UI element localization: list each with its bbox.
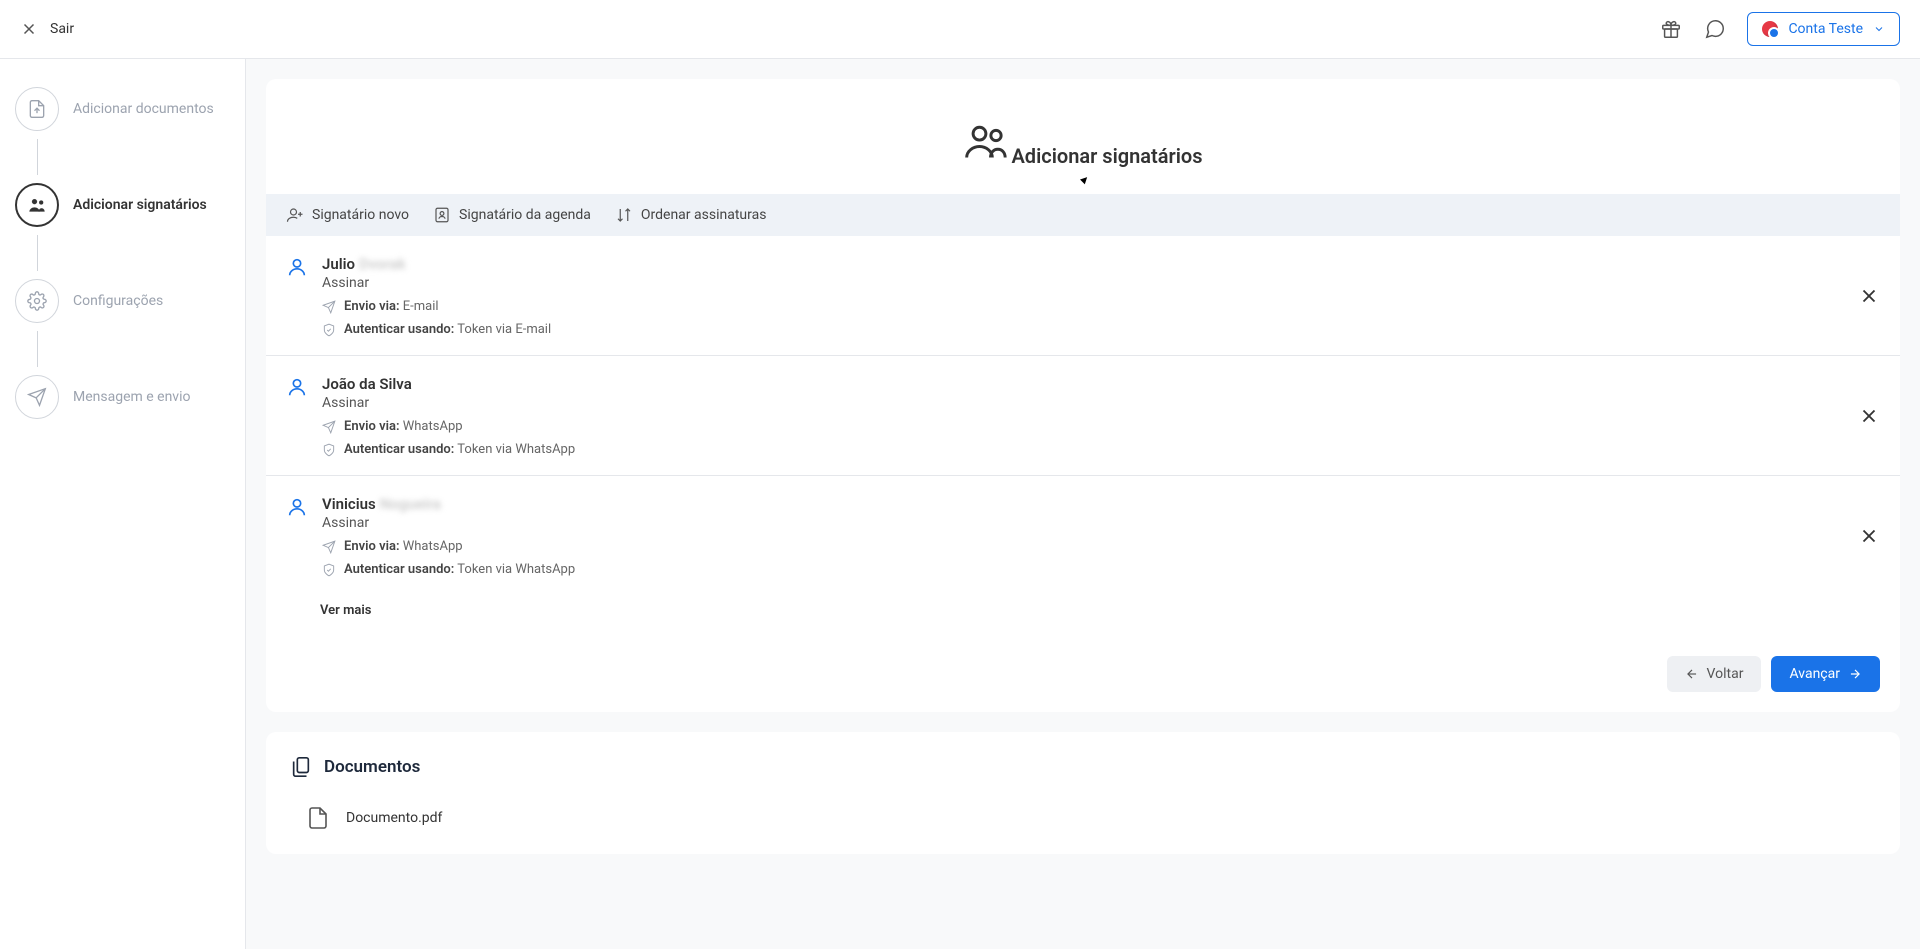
user-icon xyxy=(286,256,308,278)
user-icon xyxy=(286,376,308,398)
documents-title: Documentos xyxy=(324,757,420,777)
signer-row: Vinicius Nogueira Assinar Envio via: Wha… xyxy=(266,476,1900,595)
signer-auth: Autenticar usando: Token via WhatsApp xyxy=(322,562,1858,577)
step-settings[interactable]: Configurações xyxy=(15,271,230,331)
order-signatures-button[interactable]: Ordenar assinaturas xyxy=(615,206,767,224)
step-label: Configurações xyxy=(73,293,163,309)
user-icon xyxy=(286,496,308,518)
signer-send-via: Envio via: E-mail xyxy=(322,299,1858,314)
signer-body: Vinicius Nogueira Assinar Envio via: Wha… xyxy=(322,494,1858,577)
send-icon xyxy=(15,375,59,419)
signer-role: Assinar xyxy=(322,515,1858,531)
document-upload-icon xyxy=(15,87,59,131)
document-name: Documento.pdf xyxy=(346,810,442,826)
gear-icon xyxy=(15,279,59,323)
close-icon xyxy=(1858,405,1880,427)
exit-label: Sair xyxy=(50,21,74,37)
page-title: Adicionar signatários xyxy=(1011,144,1202,168)
toolbar-label: Signatário novo xyxy=(312,207,409,223)
chevron-down-icon xyxy=(1873,23,1885,35)
people-icon xyxy=(15,183,59,227)
send-small-icon xyxy=(322,540,336,554)
back-label: Voltar xyxy=(1707,666,1744,682)
gift-button[interactable] xyxy=(1659,17,1683,41)
sort-icon xyxy=(615,206,633,224)
people-large-icon xyxy=(963,119,1007,163)
next-label: Avançar xyxy=(1789,666,1840,682)
shield-icon xyxy=(322,563,336,577)
step-label: Mensagem e envio xyxy=(73,389,190,405)
document-item[interactable]: Documento.pdf xyxy=(290,806,1876,830)
shield-icon xyxy=(322,443,336,457)
remove-signer-button[interactable] xyxy=(1858,405,1880,427)
signer-auth: Autenticar usando: Token via E-mail xyxy=(322,322,1858,337)
gift-icon xyxy=(1660,18,1682,40)
close-icon xyxy=(1858,285,1880,307)
chat-button[interactable] xyxy=(1703,17,1727,41)
shield-icon xyxy=(322,323,336,337)
chat-icon xyxy=(1704,18,1726,40)
card-header: Adicionar signatários xyxy=(266,79,1900,194)
step-connector xyxy=(37,235,38,271)
signer-send-via: Envio via: WhatsApp xyxy=(322,539,1858,554)
close-icon xyxy=(20,20,38,38)
app-header: Sair Conta Teste xyxy=(0,0,1920,59)
signer-auth: Autenticar usando: Token via WhatsApp xyxy=(322,442,1858,457)
toolbar-label: Signatário da agenda xyxy=(459,207,591,223)
toolbar: Signatário novo Signatário da agenda Ord… xyxy=(266,194,1900,236)
signer-role: Assinar xyxy=(322,395,1858,411)
toolbar-label: Ordenar assinaturas xyxy=(641,207,767,223)
signer-role: Assinar xyxy=(322,275,1858,291)
signer-row: João da Silva Assinar Envio via: WhatsAp… xyxy=(266,356,1900,476)
view-more-link[interactable]: Ver mais xyxy=(266,595,1900,636)
file-icon xyxy=(306,806,330,830)
signer-body: João da Silva Assinar Envio via: WhatsAp… xyxy=(322,374,1858,457)
signer-name: João da Silva xyxy=(322,374,1858,393)
main-content: Adicionar signatários Signatário novo Si… xyxy=(246,59,1920,949)
send-small-icon xyxy=(322,300,336,314)
layout: Adicionar documentos Adicionar signatári… xyxy=(0,59,1920,949)
signer-send-via: Envio via: WhatsApp xyxy=(322,419,1858,434)
step-message-send[interactable]: Mensagem e envio xyxy=(15,367,230,427)
step-connector xyxy=(37,331,38,367)
documents-card: Documentos Documento.pdf xyxy=(266,732,1900,854)
header-right: Conta Teste xyxy=(1659,12,1900,46)
arrow-left-icon xyxy=(1685,667,1699,681)
documents-header: Documentos xyxy=(290,756,1876,778)
account-avatar-icon xyxy=(1762,21,1778,37)
signer-name: Vinicius Nogueira xyxy=(322,494,1858,513)
user-plus-icon xyxy=(286,206,304,224)
step-label: Adicionar signatários xyxy=(73,197,207,213)
documents-icon xyxy=(290,756,312,778)
card-footer: Voltar Avançar xyxy=(266,636,1900,712)
contacts-signer-button[interactable]: Signatário da agenda xyxy=(433,206,591,224)
step-add-signers[interactable]: Adicionar signatários xyxy=(15,175,230,235)
exit-button[interactable]: Sair xyxy=(20,20,74,38)
next-button[interactable]: Avançar xyxy=(1771,656,1880,692)
close-icon xyxy=(1858,525,1880,547)
arrow-right-icon xyxy=(1848,667,1862,681)
signer-body: Julio Dvorak Assinar Envio via: E-mail A… xyxy=(322,254,1858,337)
signer-row: Julio Dvorak Assinar Envio via: E-mail A… xyxy=(266,236,1900,356)
remove-signer-button[interactable] xyxy=(1858,285,1880,307)
signers-card: Adicionar signatários Signatário novo Si… xyxy=(266,79,1900,712)
step-add-documents[interactable]: Adicionar documentos xyxy=(15,79,230,139)
address-book-icon xyxy=(433,206,451,224)
account-label: Conta Teste xyxy=(1788,21,1863,37)
back-button[interactable]: Voltar xyxy=(1667,656,1762,692)
sidebar: Adicionar documentos Adicionar signatári… xyxy=(0,59,246,949)
send-small-icon xyxy=(322,420,336,434)
step-connector xyxy=(37,139,38,175)
signer-name: Julio Dvorak xyxy=(322,254,1858,273)
new-signer-button[interactable]: Signatário novo xyxy=(286,206,409,224)
remove-signer-button[interactable] xyxy=(1858,525,1880,547)
account-button[interactable]: Conta Teste xyxy=(1747,12,1900,46)
step-label: Adicionar documentos xyxy=(73,101,214,117)
